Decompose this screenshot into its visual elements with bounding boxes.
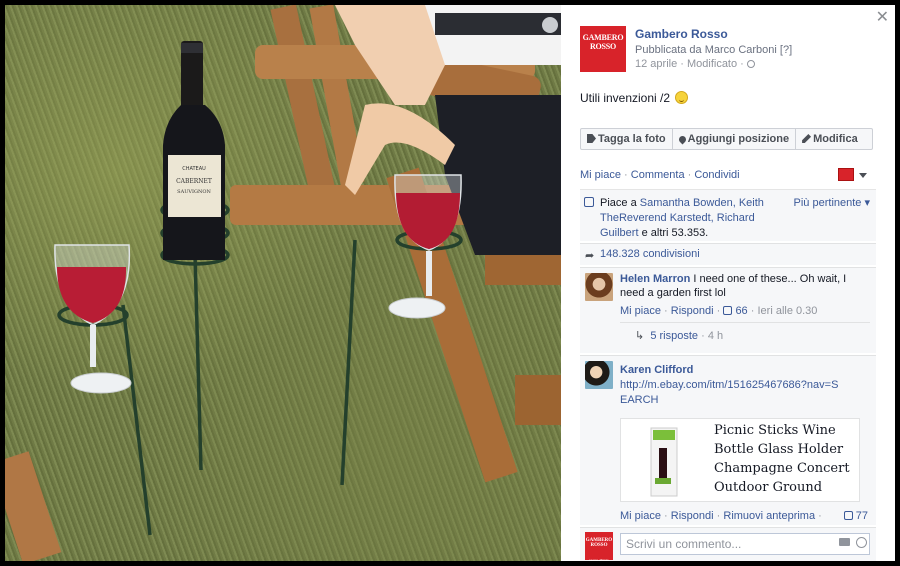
shares-text: 148.328 condivisioni (600, 248, 700, 260)
comment-author-link[interactable]: Karen Clifford (620, 364, 693, 376)
photo-actions-bar: Tagga la foto Aggiungi posizione Modific… (580, 128, 873, 150)
bottle-label-line-2: CABERNET (176, 178, 212, 185)
remove-preview-link[interactable]: Rimuovi anteprima (723, 510, 815, 522)
photo-illustration: CHATEAU CABERNET SAUVIGNON (5, 5, 561, 561)
add-location-button[interactable]: Aggiungi posizione (673, 129, 797, 149)
separator-dot: · (664, 510, 668, 522)
shares-count[interactable]: ➦ 148.328 condivisioni (580, 243, 876, 265)
comment-reply-link[interactable]: Rispondi (671, 510, 714, 522)
pencil-icon (802, 134, 812, 143)
comment-like-link[interactable]: Mi piace (620, 510, 661, 522)
post-message-text: Utili invenzioni /2 (580, 91, 671, 105)
share-as-page-icon[interactable] (838, 168, 854, 181)
thumbs-up-icon (723, 306, 733, 315)
share-arrow-icon: ➦ (585, 250, 595, 262)
wine-glass-left-graphic (54, 244, 132, 394)
bottle-label-line-3: SAUVIGNON (177, 189, 211, 195)
post-side-panel: ✕ GAMBERO ROSSO pagina ufficiale Gambero… (561, 5, 895, 561)
comment-like-count[interactable]: 66 (735, 305, 747, 317)
comment-reply-link[interactable]: Rispondi (671, 305, 714, 317)
post-byline: Pubblicata da Marco Carboni [?] (635, 44, 792, 56)
globe-icon (746, 60, 755, 68)
comment-meta: Mi piace · Rispondi · Rimuovi anteprima … (620, 510, 870, 522)
preview-thumbnail (625, 422, 701, 500)
comment-body: Helen Marron I need one of these... Oh w… (620, 272, 870, 300)
page-name-link[interactable]: Gambero Rosso (635, 27, 728, 41)
separator-dot: · (750, 305, 755, 317)
page-logo[interactable]: GAMBERO ROSSO pagina ufficiale (580, 26, 626, 78)
byline-help-link[interactable]: [?] (780, 44, 792, 56)
post-action-links: Mi piace · Commenta · Condividi (580, 169, 740, 181)
like-link[interactable]: Mi piace (580, 169, 621, 181)
smiley-icon (675, 91, 689, 104)
replies-count: 5 risposte (650, 330, 699, 342)
tag-photo-button[interactable]: Tagga la foto (581, 129, 673, 149)
likes-summary: Piace a Samantha Bowden, Keith TheRevere… (580, 189, 876, 241)
tag-icon (587, 134, 596, 143)
post-photo: CHATEAU CABERNET SAUVIGNON (5, 5, 561, 561)
sort-comments-dropdown[interactable]: Più pertinente ▾ (794, 196, 870, 209)
location-pin-icon (677, 134, 688, 145)
comment-like-link[interactable]: Mi piace (620, 305, 661, 317)
likes-text: Piace a Samantha Bowden, Keith TheRevere… (600, 196, 780, 241)
wine-bottle-graphic: CHATEAU CABERNET SAUVIGNON (163, 41, 225, 260)
byline-text: Pubblicata da Marco Carboni (635, 44, 777, 56)
reply-arrow-icon: ↳ (635, 330, 645, 342)
divider (620, 322, 870, 323)
product-image (650, 427, 678, 497)
likes-prefix: Piace a (600, 197, 640, 209)
thumbs-up-icon (584, 197, 594, 207)
post-date-text: 12 aprile · Modificato · (635, 58, 744, 70)
comment-composer: GAMBERO ROSSO pagina ufficiale Scrivi un… (580, 527, 876, 561)
comment-timestamp[interactable]: Ieri alle 0.30 (757, 305, 817, 317)
avatar[interactable] (585, 273, 613, 301)
comment-item: Helen Marron I need one of these... Oh w… (580, 267, 876, 353)
comment-item: Karen Clifford http://m.ebay.com/itm/151… (580, 355, 876, 525)
separator-dot: · (687, 169, 692, 181)
bottle-label-line-1: CHATEAU (182, 166, 206, 172)
composer-logo-subtext: pagina ufficiale (589, 558, 609, 561)
separator-dot: · (716, 305, 721, 317)
composer-logo-text: GAMBERO ROSSO (585, 538, 613, 548)
comment-link[interactable]: Commenta (631, 169, 685, 181)
separator-dot: · (664, 305, 668, 317)
separator-dot: · (818, 510, 822, 522)
separator-dot: · (624, 169, 628, 181)
post-message: Utili invenzioni /2 (580, 91, 689, 105)
close-icon[interactable]: ✕ (876, 7, 889, 27)
comment-author-link[interactable]: Helen Marron (620, 273, 690, 285)
thumbs-up-icon (843, 511, 853, 520)
share-link[interactable]: Condividi (694, 169, 739, 181)
edit-button[interactable]: Modifica (796, 129, 864, 149)
comment-like-count: 77 (855, 510, 868, 522)
comment-like-count-group[interactable]: 77 (843, 510, 868, 522)
page-logo-text: GAMBERO ROSSO (582, 33, 624, 51)
emoji-icon[interactable] (856, 537, 867, 548)
preview-title: Picnic Sticks Wine Bottle Glass Holder C… (714, 423, 850, 495)
page-logo-subtext: pagina ufficiale (586, 72, 620, 78)
avatar: GAMBERO ROSSO pagina ufficiale (585, 532, 613, 561)
chevron-down-icon[interactable] (859, 173, 867, 178)
comment-meta: Mi piace · Rispondi · 66 · Ieri alle 0.3… (620, 305, 817, 317)
comment-input[interactable]: Scrivi un commento... (620, 533, 870, 555)
separator-dot: · (716, 510, 721, 522)
tag-photo-label: Tagga la foto (598, 133, 666, 145)
camera-icon[interactable] (839, 538, 850, 546)
avatar[interactable] (585, 361, 613, 389)
add-location-label: Aggiungi posizione (687, 133, 790, 145)
comment-url-link[interactable]: http://m.ebay.com/itm/151625467686?nav=S… (620, 378, 840, 408)
edit-label: Modifica (813, 133, 858, 145)
likes-suffix: e altri 53.353. (638, 227, 709, 239)
replies-time: · 4 h (701, 330, 724, 342)
link-preview-card[interactable]: Picnic Sticks Wine Bottle Glass Holder C… (620, 418, 860, 502)
post-date[interactable]: 12 aprile · Modificato · (635, 58, 755, 70)
view-replies-link[interactable]: ↳ 5 risposte · 4 h (635, 329, 723, 342)
sort-label: Più pertinente (793, 197, 862, 209)
